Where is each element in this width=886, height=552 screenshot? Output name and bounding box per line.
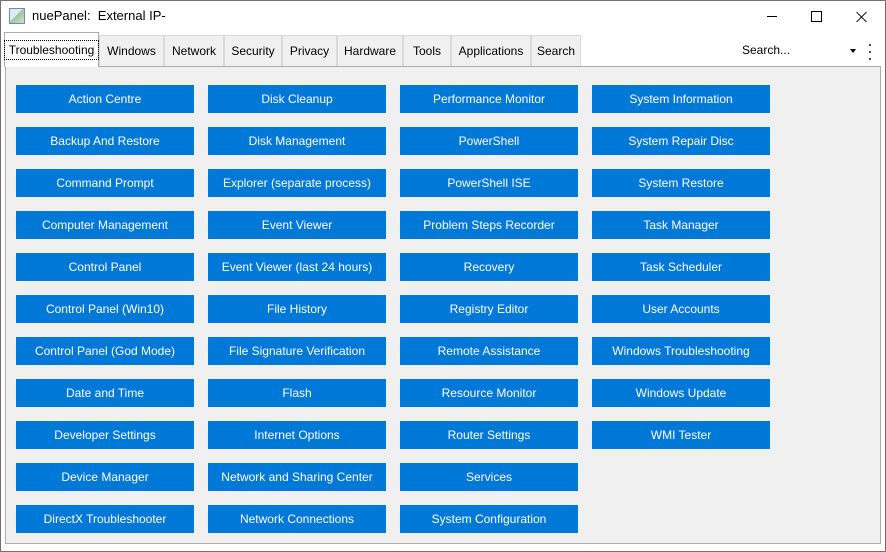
maximize-icon <box>811 11 822 22</box>
search-combobox[interactable]: Search... <box>738 40 860 62</box>
tab-tools[interactable]: Tools <box>403 35 451 66</box>
developer-settings-button[interactable]: Developer Settings <box>16 421 194 449</box>
window-title: nuePanel: External IP- <box>32 8 166 23</box>
backup-and-restore-button[interactable]: Backup And Restore <box>16 127 194 155</box>
system-repair-disc-button[interactable]: System Repair Disc <box>592 127 770 155</box>
close-icon <box>856 11 868 23</box>
tab-strip: Troubleshooting Windows Network Security… <box>1 32 885 67</box>
powershell-button[interactable]: PowerShell <box>400 127 578 155</box>
wmi-tester-button[interactable]: WMI Tester <box>592 421 770 449</box>
computer-management-button[interactable]: Computer Management <box>16 211 194 239</box>
file-history-button[interactable]: File History <box>208 295 386 323</box>
services-button[interactable]: Services <box>400 463 578 491</box>
device-manager-button[interactable]: Device Manager <box>16 463 194 491</box>
flash-button[interactable]: Flash <box>208 379 386 407</box>
close-button[interactable] <box>839 1 884 32</box>
registry-editor-button[interactable]: Registry Editor <box>400 295 578 323</box>
event-viewer-last-24-hours-button[interactable]: Event Viewer (last 24 hours) <box>208 253 386 281</box>
problem-steps-recorder-button[interactable]: Problem Steps Recorder <box>400 211 578 239</box>
tab-label: Hardware <box>343 44 397 58</box>
task-scheduler-button[interactable]: Task Scheduler <box>592 253 770 281</box>
maximize-button[interactable] <box>794 1 839 32</box>
performance-monitor-button[interactable]: Performance Monitor <box>400 85 578 113</box>
remote-assistance-button[interactable]: Remote Assistance <box>400 337 578 365</box>
router-settings-button[interactable]: Router Settings <box>400 421 578 449</box>
button-column: Disk Cleanup Disk Management Explorer (sep… <box>208 85 386 547</box>
network-and-sharing-center-button[interactable]: Network and Sharing Center <box>208 463 386 491</box>
internet-options-button[interactable]: Internet Options <box>208 421 386 449</box>
system-restore-button[interactable]: System Restore <box>592 169 770 197</box>
tab-label: Tools <box>412 44 441 58</box>
tab-troubleshooting[interactable]: Troubleshooting <box>3 32 100 67</box>
action-centre-button[interactable]: Action Centre <box>16 85 194 113</box>
system-information-button[interactable]: System Information <box>592 85 770 113</box>
windows-troubleshooting-button[interactable]: Windows Troubleshooting <box>592 337 770 365</box>
network-connections-button[interactable]: Network Connections <box>208 505 386 533</box>
event-viewer-button[interactable]: Event Viewer <box>208 211 386 239</box>
tab-windows[interactable]: Windows <box>99 35 164 66</box>
tab-hardware[interactable]: Hardware <box>337 35 403 66</box>
user-accounts-button[interactable]: User Accounts <box>592 295 770 323</box>
search-input[interactable]: Search... <box>742 43 790 57</box>
powershell-ise-button[interactable]: PowerShell ISE <box>400 169 578 197</box>
file-signature-verification-button[interactable]: File Signature Verification <box>208 337 386 365</box>
system-configuration-button[interactable]: System Configuration <box>400 505 578 533</box>
resource-monitor-button[interactable]: Resource Monitor <box>400 379 578 407</box>
tab-search[interactable]: Search <box>531 35 581 66</box>
minimize-icon <box>766 16 777 17</box>
date-and-time-button[interactable]: Date and Time <box>16 379 194 407</box>
recovery-button[interactable]: Recovery <box>400 253 578 281</box>
tab-label: Troubleshooting <box>3 40 100 60</box>
kebab-menu-icon[interactable] <box>867 44 873 60</box>
control-panel-god-mode-button[interactable]: Control Panel (God Mode) <box>16 337 194 365</box>
tab-applications[interactable]: Applications <box>451 35 531 66</box>
troubleshooting-panel: Action Centre Backup And Restore Command P… <box>5 66 881 544</box>
app-icon <box>9 8 25 24</box>
task-manager-button[interactable]: Task Manager <box>592 211 770 239</box>
minimize-button[interactable] <box>749 1 794 32</box>
directx-troubleshooter-button[interactable]: DirectX Troubleshooter <box>16 505 194 533</box>
disk-management-button[interactable]: Disk Management <box>208 127 386 155</box>
button-column: System Information System Repair Disc Syst… <box>592 85 770 463</box>
command-prompt-button[interactable]: Command Prompt <box>16 169 194 197</box>
tab-network[interactable]: Network <box>164 35 224 66</box>
tab-label: Search <box>536 44 576 58</box>
tab-label: Applications <box>458 44 524 58</box>
title-bar[interactable]: nuePanel: External IP- <box>1 1 885 32</box>
windows-update-button[interactable]: Windows Update <box>592 379 770 407</box>
button-column: Action Centre Backup And Restore Command P… <box>16 85 194 547</box>
control-panel-win10-button[interactable]: Control Panel (Win10) <box>16 295 194 323</box>
chevron-down-icon[interactable] <box>850 49 856 53</box>
button-column: Performance Monitor PowerShell PowerShell … <box>400 85 578 547</box>
tab-label: Network <box>171 44 216 58</box>
tab-label: Windows <box>107 44 156 58</box>
control-panel-button[interactable]: Control Panel <box>16 253 194 281</box>
tab-privacy[interactable]: Privacy <box>282 35 337 66</box>
disk-cleanup-button[interactable]: Disk Cleanup <box>208 85 386 113</box>
tab-label: Security <box>231 44 275 58</box>
tab-label: Privacy <box>289 44 330 58</box>
explorer-separate-process-button[interactable]: Explorer (separate process) <box>208 169 386 197</box>
app-window: nuePanel: External IP- Troubleshooting W… <box>0 0 886 552</box>
tab-security[interactable]: Security <box>224 35 282 66</box>
